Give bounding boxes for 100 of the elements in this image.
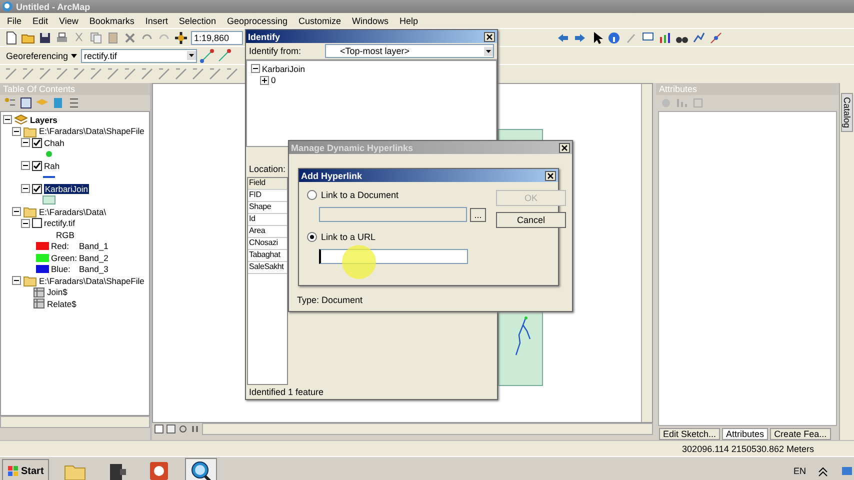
start-button[interactable]: Start: [2, 459, 49, 480]
layout-view-icon[interactable]: [154, 424, 164, 434]
layer-group-label[interactable]: Layers: [30, 114, 58, 125]
sketch-tool-icon[interactable]: [4, 67, 18, 81]
sketch-tool-icon[interactable]: [21, 67, 35, 81]
table-name[interactable]: Relate$: [47, 298, 76, 309]
sketch-tool-icon[interactable]: [140, 67, 154, 81]
panel-tab[interactable]: Create Fea...: [770, 428, 831, 440]
identify-result[interactable]: 0: [271, 75, 276, 86]
add-control-points-icon[interactable]: [200, 48, 214, 62]
print-icon[interactable]: [55, 30, 69, 44]
sketch-tool-icon[interactable]: [89, 67, 103, 81]
dropdown-caret-icon[interactable]: [187, 51, 196, 60]
vertical-scrollbar[interactable]: [641, 84, 652, 422]
info-icon[interactable]: [607, 30, 621, 44]
collapse-toggle[interactable]: [251, 64, 260, 74]
close-icon[interactable]: [545, 170, 556, 180]
layer-checkbox[interactable]: [32, 218, 42, 228]
collapse-toggle[interactable]: [21, 161, 30, 170]
data-source-path[interactable]: E:\Faradars\Data\ShapeFile: [39, 276, 144, 286]
data-source-path[interactable]: E:\Faradars\Data\: [39, 206, 106, 217]
sketch-tool-icon[interactable]: [157, 67, 171, 81]
layer-checkbox[interactable]: [32, 184, 42, 194]
refresh-icon[interactable]: [178, 424, 188, 434]
chart-icon[interactable]: [658, 30, 672, 44]
identify-result[interactable]: KarbariJoin: [262, 64, 305, 74]
layer-name[interactable]: Rah: [44, 160, 60, 171]
magnifier-globe-icon[interactable]: [188, 460, 213, 480]
table-name[interactable]: Join$: [47, 287, 68, 298]
menu-item[interactable]: Customize: [298, 16, 342, 26]
menu-item[interactable]: View: [59, 16, 78, 26]
menu-item[interactable]: Help: [400, 16, 418, 26]
georeferencing-layer-dropdown[interactable]: rectify.tif: [81, 48, 198, 62]
data-source-path[interactable]: E:\Faradars\Data\ShapeFile: [39, 126, 144, 136]
save-icon[interactable]: [38, 30, 52, 44]
list-by-source-icon[interactable]: [19, 96, 33, 110]
collapse-toggle[interactable]: [21, 138, 30, 148]
delete-icon[interactable]: [123, 30, 137, 44]
add-control-points-icon[interactable]: [217, 48, 232, 62]
options-icon[interactable]: [67, 96, 81, 110]
collapse-toggle[interactable]: [3, 115, 12, 124]
collapse-toggle[interactable]: [12, 207, 21, 216]
browse-button[interactable]: ...: [470, 208, 486, 222]
layer-name[interactable]: rectify.tif: [44, 218, 76, 228]
radio-button[interactable]: [307, 190, 317, 200]
route-icon[interactable]: [692, 30, 706, 44]
menu-item[interactable]: Bookmarks: [89, 16, 134, 26]
table-icon[interactable]: [33, 298, 45, 310]
page-view-icon[interactable]: [166, 424, 176, 434]
sketch-tool-icon[interactable]: [106, 67, 120, 81]
layer-name[interactable]: Chah: [44, 138, 64, 148]
catalog-tab[interactable]: Catalog: [841, 93, 853, 132]
xy-icon[interactable]: [709, 30, 723, 44]
pause-icon[interactable]: [190, 424, 200, 434]
panel-tab[interactable]: Attributes: [722, 428, 768, 440]
menu-item[interactable]: Edit: [32, 16, 48, 26]
menu-item[interactable]: Selection: [178, 16, 216, 26]
collapse-toggle[interactable]: [21, 218, 30, 228]
dropdown-caret-icon[interactable]: [484, 46, 493, 56]
sketch-tool-icon[interactable]: [174, 67, 188, 81]
collapse-toggle[interactable]: [21, 184, 30, 194]
collapse-toggle[interactable]: [12, 276, 21, 286]
sketch-tool-icon[interactable]: [38, 67, 52, 81]
expand-toggle[interactable]: [260, 76, 269, 85]
sketch-tool-icon[interactable]: [208, 67, 222, 81]
menu-item[interactable]: Windows: [352, 16, 389, 26]
close-icon[interactable]: [559, 142, 570, 152]
menu-item[interactable]: Insert: [145, 16, 168, 26]
document-path-field[interactable]: [319, 207, 467, 222]
add-data-icon[interactable]: [174, 30, 188, 44]
layer-checkbox[interactable]: [32, 138, 42, 148]
dialog-button[interactable]: Cancel: [496, 212, 566, 228]
sketch-tool-icon[interactable]: [123, 67, 137, 81]
paste-icon[interactable]: [106, 30, 120, 44]
language-indicator[interactable]: EN: [793, 466, 806, 476]
table-icon[interactable]: [33, 286, 45, 298]
panel-tab[interactable]: Edit Sketch...: [659, 428, 720, 440]
copy-icon[interactable]: [89, 30, 103, 44]
identify-from-dropdown[interactable]: <Top-most layer>: [325, 44, 494, 58]
menu-caret-icon[interactable]: [70, 52, 78, 60]
menu-item[interactable]: File: [7, 16, 22, 26]
layers-icon[interactable]: [14, 112, 28, 127]
taskbar-button[interactable]: [184, 458, 217, 480]
layer-checkbox[interactable]: [32, 160, 42, 171]
radio-label[interactable]: Link to a URL: [321, 232, 376, 242]
sketch-tool-icon[interactable]: [191, 67, 205, 81]
layer-name[interactable]: KarbariJoin: [44, 184, 89, 194]
georeferencing-menu[interactable]: Georeferencing: [4, 50, 78, 62]
radio-label[interactable]: Link to a Document: [321, 190, 399, 200]
horizontal-scrollbar[interactable]: [0, 416, 150, 428]
collapse-toggle[interactable]: [12, 126, 21, 136]
menu-item[interactable]: Geoprocessing: [226, 16, 288, 26]
close-icon[interactable]: [484, 32, 495, 42]
sketch-tool-icon[interactable]: [72, 67, 86, 81]
sketch-tool-icon[interactable]: [225, 67, 239, 81]
radio-button[interactable]: [307, 232, 317, 242]
network-icon[interactable]: [840, 464, 854, 478]
sketch-tool-icon[interactable]: [55, 67, 69, 81]
map-scale-field[interactable]: 1:19,860: [191, 30, 243, 44]
horizontal-scrollbar[interactable]: [202, 423, 653, 435]
